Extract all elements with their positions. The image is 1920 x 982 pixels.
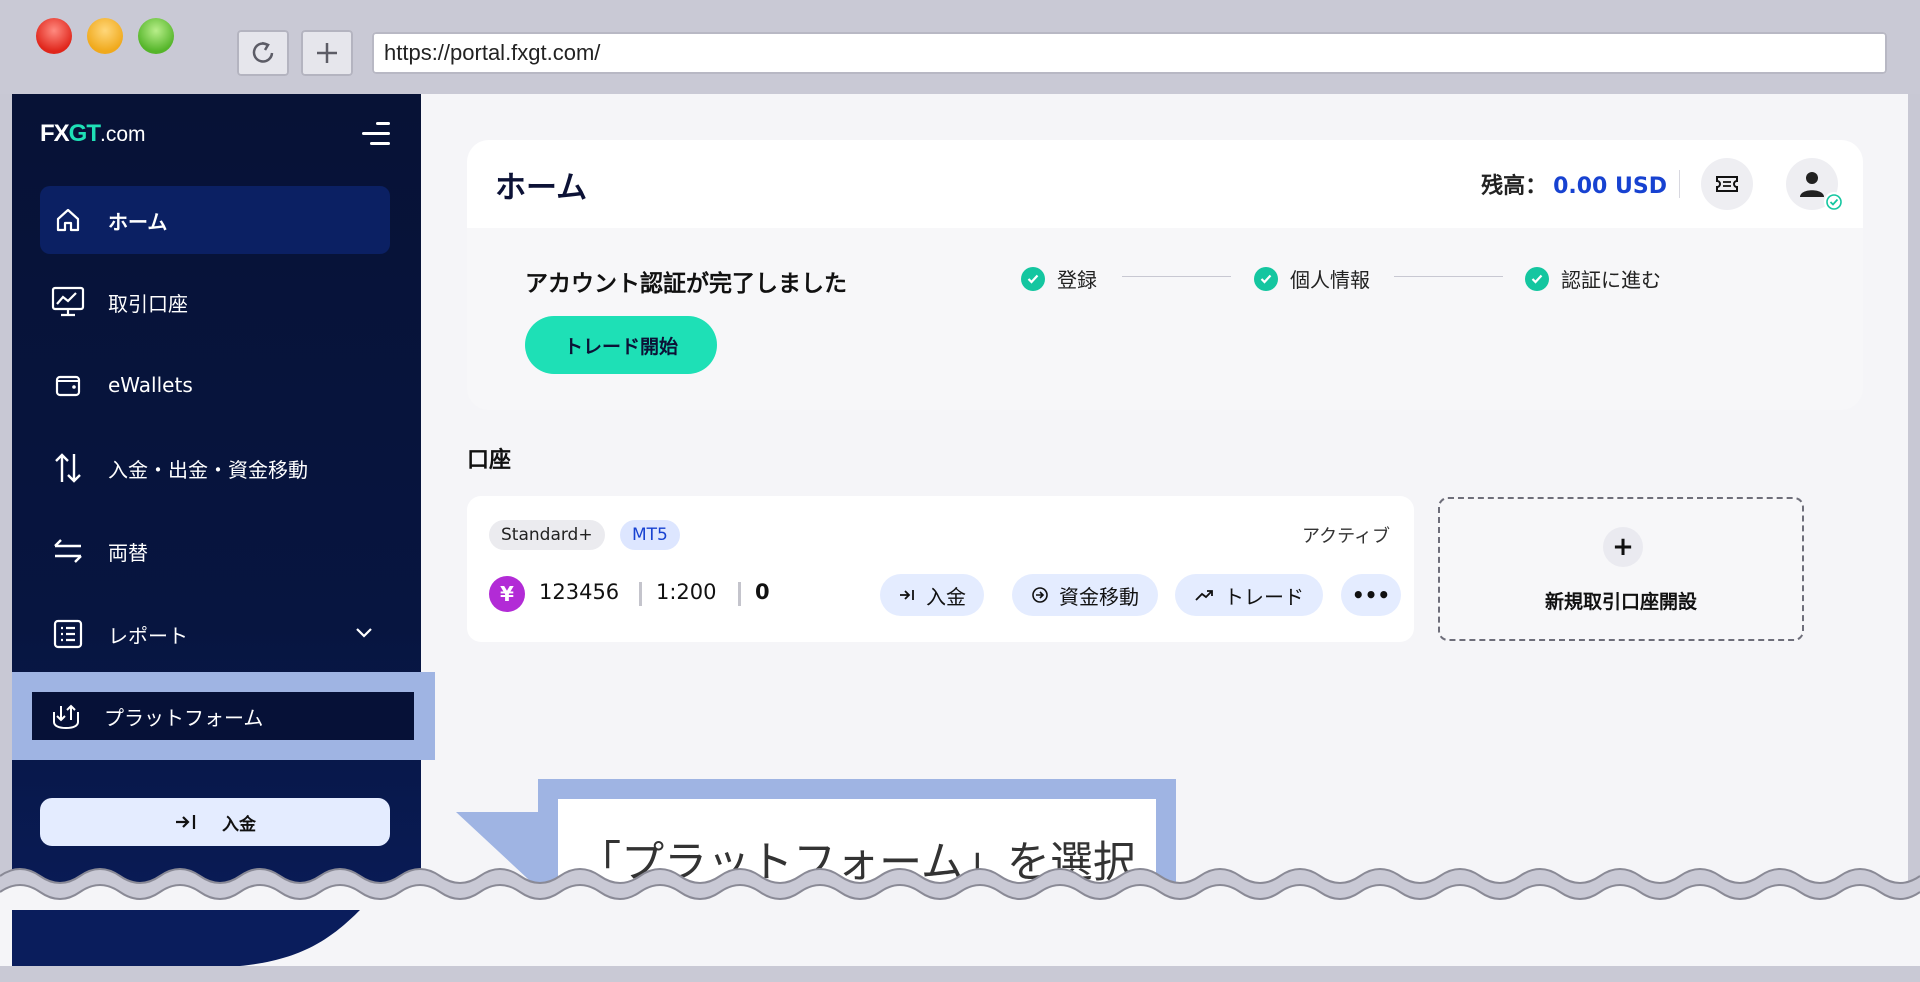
user-avatar-button[interactable] bbox=[1786, 158, 1844, 212]
sidebar-item-exchange[interactable]: 両替 bbox=[40, 517, 390, 585]
field-divider bbox=[738, 582, 741, 606]
url-text: https://portal.fxgt.com/ bbox=[384, 40, 601, 65]
verification-card: ホーム 残高：0.00 USD アカウント認証が完了しました 登録 個人情報 bbox=[467, 140, 1863, 410]
action-label: トレード bbox=[1224, 584, 1304, 609]
plus-icon: + bbox=[1603, 527, 1643, 567]
verification-status-title: アカウント認証が完了しました bbox=[525, 271, 847, 297]
new-tab-button[interactable] bbox=[301, 30, 353, 76]
account-trade-button[interactable]: トレード bbox=[1175, 574, 1323, 616]
browser-chrome: https://portal.fxgt.com/ bbox=[0, 0, 1920, 94]
ticket-button[interactable] bbox=[1701, 158, 1753, 210]
field-divider bbox=[639, 582, 642, 606]
account-transfer-button[interactable]: 資金移動 bbox=[1012, 574, 1158, 616]
action-label: 資金移動 bbox=[1059, 584, 1139, 609]
deposit-arrow-icon bbox=[176, 815, 196, 829]
wallet-icon bbox=[48, 365, 88, 405]
balance-display: 残高： 0.00 USD bbox=[1481, 168, 1667, 200]
action-label: 入金 bbox=[926, 584, 966, 609]
step-connector bbox=[1394, 276, 1503, 277]
reload-icon bbox=[252, 41, 274, 63]
report-list-icon bbox=[48, 614, 88, 654]
deposit-arrow-icon bbox=[900, 590, 914, 600]
more-dots-icon: ••• bbox=[1351, 583, 1391, 607]
verified-badge-icon bbox=[1824, 192, 1844, 212]
trend-up-icon bbox=[1195, 590, 1213, 601]
accounts-section-title: 口座 bbox=[467, 448, 512, 473]
page-title: ホーム bbox=[495, 170, 588, 206]
bottom-frame bbox=[0, 966, 1920, 982]
reload-button[interactable] bbox=[237, 30, 289, 76]
balance-label: 残高： bbox=[1481, 174, 1548, 199]
app-window: FXGT.com ホーム 取引口座 eWallets 入金・出金・資金移動 両替… bbox=[12, 94, 1908, 982]
home-icon bbox=[48, 200, 88, 240]
yen-currency-icon: ¥ bbox=[489, 576, 525, 612]
sidebar-deposit-button[interactable]: 入金 bbox=[40, 798, 390, 846]
platform-tag: MT5 bbox=[620, 520, 680, 550]
balance-value: 0.00 USD bbox=[1553, 174, 1667, 199]
logo-part-gt: GT bbox=[68, 120, 101, 147]
check-icon bbox=[1525, 266, 1549, 291]
account-status: アクティブ bbox=[1301, 526, 1390, 547]
step-registration: 登録 bbox=[1021, 264, 1097, 293]
account-deposit-button[interactable]: 入金 bbox=[880, 574, 984, 616]
step-label: 個人情報 bbox=[1290, 268, 1370, 292]
sidebar-item-label: eWallets bbox=[108, 373, 193, 397]
transfer-arrow-icon bbox=[1032, 587, 1048, 603]
sidebar-item-trading-accounts[interactable]: 取引口座 bbox=[40, 268, 390, 336]
account-leverage: 1:200 bbox=[656, 580, 717, 604]
account-type-tag: Standard+ bbox=[489, 520, 605, 550]
sidebar-item-label: レポート bbox=[108, 623, 188, 648]
maximize-window-button[interactable] bbox=[138, 18, 174, 54]
chevron-down-icon bbox=[356, 628, 372, 638]
sidebar-item-label: ホーム bbox=[108, 209, 168, 234]
account-card: Standard+ MT5 アクティブ ¥ 123456 1:200 0 入金 … bbox=[467, 496, 1414, 642]
new-account-button[interactable]: + 新規取引口座開設 bbox=[1438, 497, 1804, 641]
more-options-button[interactable]: ••• bbox=[1341, 574, 1401, 616]
address-bar[interactable]: https://portal.fxgt.com/ bbox=[372, 32, 1887, 74]
minimize-window-button[interactable] bbox=[87, 18, 123, 54]
step-verification: 認証に進む bbox=[1525, 264, 1661, 293]
logo-part-com: .com bbox=[100, 123, 146, 146]
sidebar-item-deposit-withdraw-transfer[interactable]: 入金・出金・資金移動 bbox=[40, 434, 390, 502]
sidebar-item-ewallets[interactable]: eWallets bbox=[40, 351, 390, 419]
check-icon bbox=[1021, 266, 1045, 291]
fxgt-logo[interactable]: FXGT.com bbox=[40, 120, 146, 148]
sidebar-item-label: プラットフォーム bbox=[104, 705, 264, 730]
sidebar-item-label: 取引口座 bbox=[108, 291, 188, 316]
close-window-button[interactable] bbox=[36, 18, 72, 54]
exchange-icon bbox=[48, 531, 88, 571]
check-icon bbox=[1254, 266, 1278, 291]
step-connector bbox=[1122, 276, 1231, 277]
header-divider bbox=[1679, 170, 1680, 198]
sidebar: FXGT.com ホーム 取引口座 eWallets 入金・出金・資金移動 両替… bbox=[12, 94, 421, 982]
step-label: 認証に進む bbox=[1561, 268, 1661, 292]
logo-part-fx: FX bbox=[40, 120, 70, 147]
sidebar-item-platform[interactable]: プラットフォーム bbox=[32, 692, 414, 740]
plus-icon bbox=[317, 43, 337, 63]
user-icon bbox=[1800, 172, 1824, 197]
start-trading-button[interactable]: トレード開始 bbox=[525, 316, 717, 374]
account-balance: 0 bbox=[755, 580, 770, 604]
step-label: 登録 bbox=[1057, 268, 1097, 292]
monitor-chart-icon bbox=[48, 282, 88, 322]
platform-icon bbox=[48, 698, 84, 734]
arrows-updown-icon bbox=[48, 448, 88, 488]
sidebar-deposit-label: 入金 bbox=[222, 814, 256, 835]
torn-edge-decoration bbox=[0, 868, 1920, 970]
account-number: 123456 bbox=[539, 580, 620, 604]
sidebar-item-label: 入金・出金・資金移動 bbox=[108, 457, 308, 482]
page-header: ホーム 残高： 0.00 USD bbox=[467, 140, 1863, 228]
sidebar-item-reports[interactable]: レポート bbox=[40, 600, 390, 668]
menu-collapse-icon[interactable] bbox=[362, 120, 390, 148]
new-account-label: 新規取引口座開設 bbox=[1544, 591, 1697, 613]
step-personal-info: 個人情報 bbox=[1254, 264, 1370, 293]
sidebar-item-label: 両替 bbox=[108, 540, 148, 565]
sidebar-item-home[interactable]: ホーム bbox=[40, 186, 390, 254]
ticket-icon bbox=[1716, 176, 1738, 192]
highlight-frame: プラットフォーム bbox=[12, 672, 435, 760]
